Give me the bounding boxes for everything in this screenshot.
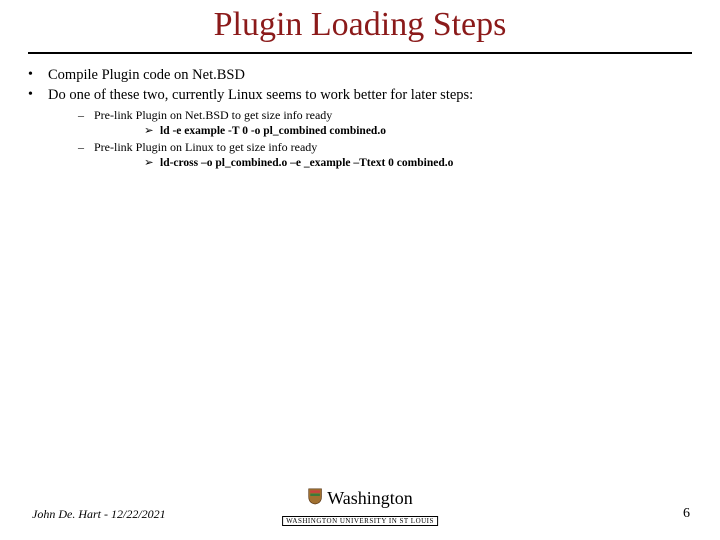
bullet-item: Do one of these two, currently Linux see… xyxy=(20,86,700,170)
cmd-list: ld -e example -T 0 -o pl_combined combin… xyxy=(94,124,700,138)
sub-list: Pre-link Plugin on Net.BSD to get size i… xyxy=(48,108,700,170)
logo-line: Washington xyxy=(282,487,438,510)
sub-text: Pre-link Plugin on Net.BSD to get size i… xyxy=(94,108,332,122)
slide-body: Compile Plugin code on Net.BSD Do one of… xyxy=(0,54,720,170)
cmd-item: ld -e example -T 0 -o pl_combined combin… xyxy=(94,124,700,138)
footer: John De. Hart - 12/22/2021 Washington WA… xyxy=(0,488,720,528)
university-logo: Washington WASHINGTON UNIVERSITY IN ST L… xyxy=(282,487,438,528)
slide: Plugin Loading Steps Compile Plugin code… xyxy=(0,0,720,540)
shield-icon xyxy=(307,487,323,510)
sub-item: Pre-link Plugin on Net.BSD to get size i… xyxy=(48,108,700,138)
bullet-list: Compile Plugin code on Net.BSD Do one of… xyxy=(20,66,700,170)
title-area: Plugin Loading Steps xyxy=(0,0,720,54)
slide-title: Plugin Loading Steps xyxy=(208,6,513,48)
university-name: Washington xyxy=(327,488,413,509)
bullet-text: Compile Plugin code on Net.BSD xyxy=(48,67,245,83)
cmd-list: ld-cross –o pl_combined.o –e _example –T… xyxy=(94,156,700,170)
cmd-item: ld-cross –o pl_combined.o –e _example –T… xyxy=(94,156,700,170)
sub-item: Pre-link Plugin on Linux to get size inf… xyxy=(48,140,700,170)
cmd-text: ld -e example -T 0 -o pl_combined combin… xyxy=(160,125,386,137)
university-subtitle: WASHINGTON UNIVERSITY IN ST LOUIS xyxy=(282,516,438,526)
sub-text: Pre-link Plugin on Linux to get size inf… xyxy=(94,140,317,154)
page-number: 6 xyxy=(683,506,690,522)
cmd-text: ld-cross –o pl_combined.o –e _example –T… xyxy=(160,157,453,169)
bullet-item: Compile Plugin code on Net.BSD xyxy=(20,66,700,84)
bullet-text: Do one of these two, currently Linux see… xyxy=(48,87,473,103)
author-text: John De. Hart - 12/22/2021 xyxy=(32,507,166,522)
